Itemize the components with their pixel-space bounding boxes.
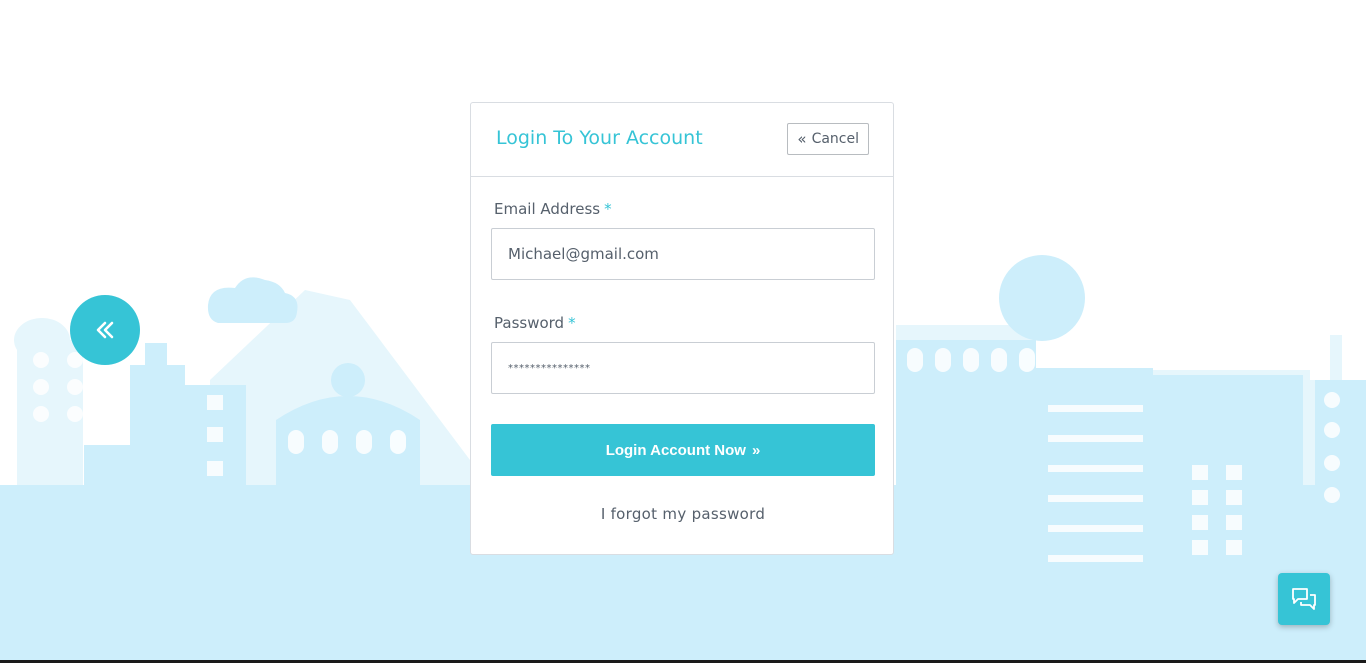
chat-bubbles-icon (1292, 588, 1316, 610)
password-label: Password * (494, 314, 576, 332)
login-card: Login To Your Account « Cancel Email Add… (470, 102, 894, 555)
email-label: Email Address * (494, 200, 612, 218)
required-mark: * (604, 200, 612, 218)
cancel-button[interactable]: « Cancel (787, 123, 869, 155)
double-chevron-left-icon (96, 321, 114, 339)
card-title: Login To Your Account (496, 127, 703, 149)
login-button[interactable]: Login Account Now » (491, 424, 875, 476)
cancel-label: Cancel (811, 131, 859, 147)
back-button[interactable] (70, 295, 140, 365)
email-field[interactable] (491, 228, 875, 280)
double-chevron-left-icon: « (797, 129, 807, 148)
required-mark: * (568, 314, 576, 332)
password-field[interactable] (491, 342, 875, 394)
forgot-password-link[interactable]: I forgot my password (471, 505, 895, 523)
chat-button[interactable] (1278, 573, 1330, 625)
double-chevron-right-icon: » (751, 441, 761, 459)
card-header: Login To Your Account « Cancel (471, 103, 893, 177)
login-button-label: Login Account Now (605, 441, 746, 459)
